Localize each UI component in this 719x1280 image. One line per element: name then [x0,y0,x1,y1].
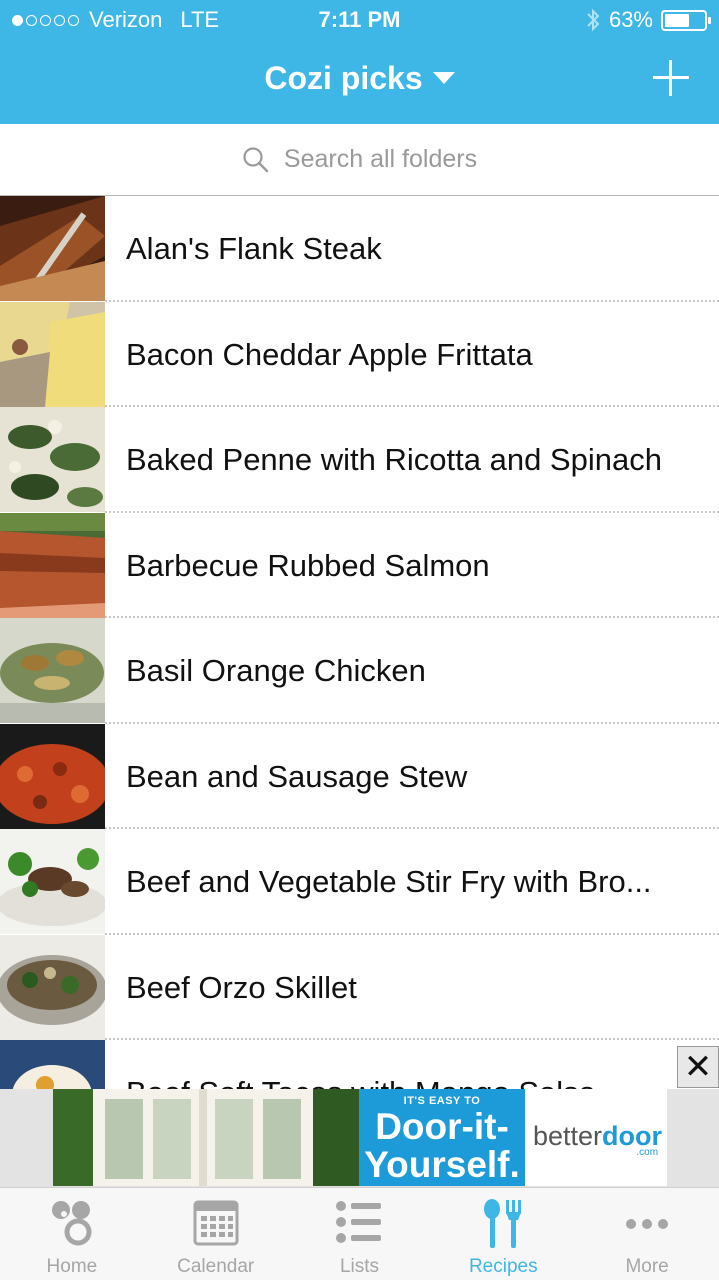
tab-home[interactable]: Home [0,1188,144,1280]
status-bar: Verizon LTE 7:11 PM 63% [0,0,719,40]
list-item[interactable]: Beef Orzo Skillet [0,934,719,1040]
tab-label: Lists [339,1256,380,1277]
status-right: 63% [585,7,711,33]
recipe-name: Barbecue Rubbed Salmon [126,547,490,583]
tab-label: More [625,1256,669,1277]
recipe-thumbnail [0,723,105,829]
tab-calendar[interactable]: Calendar [144,1188,288,1280]
recipe-name: Beef Soft Tacos with Mango Salsa [126,1040,699,1090]
battery-fill [665,13,689,27]
recipe-name: Beef and Vegetable Stir Fry with Bro... [126,864,652,899]
recipe-thumbnail [0,934,105,1040]
list-item[interactable]: Beef and Vegetable Stir Fry with Bro... [0,829,719,935]
tab-label: Home [46,1256,98,1277]
recipe-thumbnail [0,196,105,301]
tab-label: Recipes [468,1256,538,1277]
ad-banner[interactable]: IT'S EASY TO Door-it- Yourself. betterdo… [0,1089,719,1187]
ad-image [53,1089,359,1186]
recipe-name: Bean and Sausage Stew [126,758,468,794]
recipes-icon [484,1199,522,1248]
recipe-name: Bacon Cheddar Apple Frittata [126,336,533,372]
ad-headline-2: Yourself. [364,1144,520,1185]
search-input[interactable]: Search all folders [0,124,719,196]
app-header: Verizon LTE 7:11 PM 63% Cozi picks [0,0,719,124]
list-item[interactable]: Alan's Flank Steak [0,196,719,302]
list-item[interactable]: Basil Orange Chicken [0,618,719,724]
list-item[interactable]: Bacon Cheddar Apple Frittata [0,301,719,407]
search-placeholder: Search all folders [283,145,478,173]
recipe-thumbnail [0,1040,105,1090]
recipe-thumbnail [0,407,105,512]
caret-down-icon [432,71,455,84]
battery-percent: 63% [608,7,653,32]
ad-brand-domain: .com [636,1147,659,1158]
recipe-list: Alan's Flank Steak Bacon Cheddar Apple F… [0,196,719,1090]
recipe-name: Alan's Flank Steak [126,231,382,266]
ad-content[interactable]: IT'S EASY TO Door-it- Yourself. betterdo… [53,1089,667,1186]
list-item[interactable]: Bean and Sausage Stew [0,723,719,829]
recipe-name: Baked Penne with Ricotta and Spinach [126,442,662,477]
more-icon [626,1219,669,1229]
tab-recipes[interactable]: Recipes [431,1188,575,1280]
ad-brand-logo: betterdoor .com [533,1121,662,1158]
calendar-icon [193,1200,239,1246]
list-item[interactable]: Beef Soft Tacos with Mango Salsa [0,1040,719,1090]
tab-bar: Home Calendar Lists Recipes More [0,1187,719,1280]
tab-label: Calendar [177,1256,255,1277]
tab-more[interactable]: More [575,1188,719,1280]
tab-lists[interactable]: Lists [288,1188,432,1280]
battery-icon [661,9,711,31]
recipe-thumbnail [0,301,105,407]
recipe-thumbnail [0,829,105,934]
add-recipe-button[interactable] [651,58,691,98]
recipe-name: Basil Orange Chicken [126,653,426,688]
ad-close-button[interactable]: ✕ [677,1046,719,1088]
recipe-thumbnail [0,618,105,723]
list-item[interactable]: Baked Penne with Ricotta and Spinach [0,407,719,513]
recipe-name: Beef Orzo Skillet [126,969,357,1005]
folder-picker[interactable]: Cozi picks [0,60,719,97]
ad-headline-1: Door-it- [375,1106,509,1147]
ad-brand-prefix: better [533,1121,603,1151]
lists-icon [336,1201,382,1243]
list-item[interactable]: Barbecue Rubbed Salmon [0,512,719,618]
ad-headline-block: IT'S EASY TO Door-it- Yourself. [359,1089,525,1186]
search-icon [243,146,269,172]
recipe-thumbnail [0,512,105,618]
home-icon [51,1201,92,1246]
page-title: Cozi picks [264,60,423,96]
bluetooth-icon [587,8,600,32]
